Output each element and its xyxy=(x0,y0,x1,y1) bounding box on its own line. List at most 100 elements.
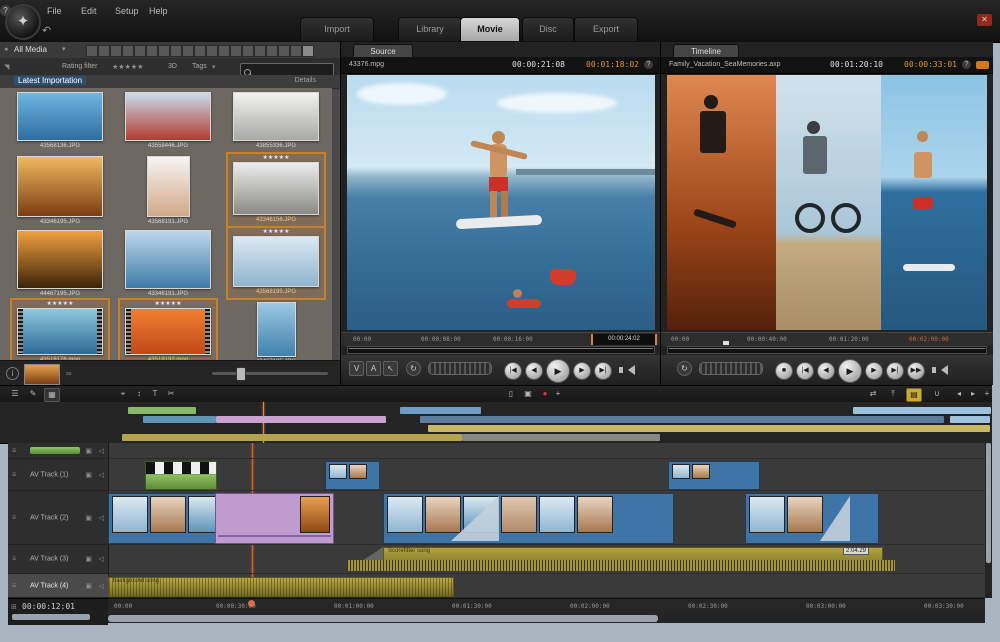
bin-tab[interactable] xyxy=(146,45,158,57)
library-item[interactable]: ★★★★★43568195.JPG xyxy=(228,228,324,298)
bin-tab[interactable] xyxy=(218,45,230,57)
menu-edit[interactable]: Edit xyxy=(76,4,102,18)
bin-tab[interactable] xyxy=(230,45,242,57)
transport-video-only-tool[interactable]: V xyxy=(349,361,364,376)
bin-tab[interactable] xyxy=(302,45,314,57)
timeline-video-frame[interactable] xyxy=(667,75,987,330)
window-close-button[interactable]: ✕ xyxy=(977,14,992,26)
transport-prev-marker-button[interactable]: |◀ xyxy=(796,362,814,380)
loop-playback-button[interactable]: ↻ xyxy=(406,361,421,376)
navigator-toggle-icon[interactable]: ▤ xyxy=(906,388,922,402)
transport-audio-only-tool[interactable]: A xyxy=(366,361,381,376)
track-video-toggle-icon[interactable]: ▣ xyxy=(85,582,92,590)
track-header-3[interactable]: ≡AV Track (2)▣◁ xyxy=(8,491,108,545)
bin-tab[interactable] xyxy=(278,45,290,57)
bin-tab[interactable] xyxy=(206,45,218,57)
library-item[interactable]: 44467195.JPG xyxy=(12,228,108,298)
source-scrub-bar[interactable] xyxy=(347,346,655,354)
tags-label[interactable]: Tags xyxy=(192,63,207,70)
zoom-slider-handle[interactable] xyxy=(236,367,246,381)
nav-back-icon[interactable]: ◂ xyxy=(4,45,8,53)
transport-frame-back-button[interactable]: ◀ xyxy=(525,362,543,380)
zoom-in-icon[interactable]: ▸ xyxy=(966,388,980,400)
search-input[interactable] xyxy=(255,65,329,74)
transition-clip[interactable] xyxy=(215,493,334,544)
navigator-clip-segment[interactable] xyxy=(143,416,216,423)
bin-tab[interactable] xyxy=(158,45,170,57)
track-video-toggle-icon[interactable]: ▣ xyxy=(85,471,92,479)
transport-frame-back-button[interactable]: ◀ xyxy=(817,362,835,380)
ambient-audio-clip[interactable]: background song xyxy=(108,577,454,597)
playhead-marker[interactable] xyxy=(248,600,255,607)
track-audio-toggle-icon[interactable]: ◁ xyxy=(99,447,104,455)
razor-icon[interactable]: ✂ xyxy=(164,388,178,400)
transport-pointer-tool[interactable]: ↖ xyxy=(383,361,398,376)
send-to-timeline-icon[interactable]: ⤒ xyxy=(886,388,900,400)
vertical-scroll-thumb[interactable] xyxy=(986,443,991,563)
source-selection-region[interactable]: 00:00:24:02 xyxy=(591,334,657,345)
track-audio-toggle-icon[interactable]: ◁ xyxy=(99,555,104,563)
3d-glasses-icon[interactable]: ∞ xyxy=(66,369,72,378)
mini-scroll-stub[interactable] xyxy=(12,614,90,620)
group-title[interactable]: Latest Importation xyxy=(14,76,86,85)
video-clip[interactable] xyxy=(108,493,217,544)
video-clip[interactable] xyxy=(745,493,879,544)
tab-library[interactable]: Library xyxy=(398,17,462,41)
tab-disc[interactable]: Disc xyxy=(522,17,574,41)
menu-setup[interactable]: Setup xyxy=(110,4,144,18)
bin-tab[interactable] xyxy=(170,45,182,57)
bin-tab[interactable] xyxy=(266,45,278,57)
library-item[interactable]: ★★★★★43518176.mpg xyxy=(12,300,108,366)
track-audio-toggle-icon[interactable]: ◁ xyxy=(99,582,104,590)
marker-icon[interactable]: ⌖ xyxy=(116,388,130,400)
library-item[interactable]: ★★★★★43518192.mpg xyxy=(120,300,216,366)
library-item[interactable]: 43346191.JPG xyxy=(120,228,216,298)
track-header-1[interactable]: ≡▣◁ xyxy=(8,443,108,459)
bin-tab[interactable] xyxy=(110,45,122,57)
timeline-mini-ruler[interactable]: 00:0000:00:40:0000:01:20:0000:02:00:00 xyxy=(661,332,993,346)
source-video-frame[interactable] xyxy=(347,75,655,330)
help-icon[interactable]: ? xyxy=(0,5,11,16)
track-header-4[interactable]: ≡AV Track (3)▣◁ xyxy=(8,545,108,574)
navigator-clip-segment[interactable] xyxy=(428,425,990,432)
select-arrow-icon[interactable]: ↕ xyxy=(132,388,146,400)
timeline-track-area[interactable]: Scorefitter song2:04.29background song xyxy=(108,443,985,598)
track-header-5[interactable]: ≡AV Track (4)▣◁ xyxy=(8,574,108,598)
transport-stop-button[interactable]: ■ xyxy=(775,362,793,380)
transport-play-button[interactable]: ▶ xyxy=(546,359,570,383)
jog-shuttle[interactable] xyxy=(428,362,492,375)
edit-pencil-icon[interactable]: ✎ xyxy=(26,388,40,400)
volume-speaker-icon[interactable] xyxy=(936,365,948,375)
video-clip[interactable] xyxy=(668,461,760,490)
navigator-clip-segment[interactable] xyxy=(216,416,386,423)
tab-export[interactable]: Export xyxy=(574,17,638,41)
snapshot-icon[interactable]: ▣ xyxy=(521,388,535,400)
track-video-toggle-icon[interactable]: ▣ xyxy=(85,447,92,455)
help-circle-icon[interactable]: ? xyxy=(962,60,971,69)
title-tool-icon[interactable]: T xyxy=(148,388,162,400)
undo-icon[interactable]: ↶ xyxy=(42,24,51,37)
track-video-toggle-icon[interactable]: ▣ xyxy=(85,514,92,522)
transport-frame-forward-button[interactable]: ▶ xyxy=(865,362,883,380)
track-drag-icon[interactable]: ≡ xyxy=(12,514,16,521)
horizontal-scrollbar[interactable] xyxy=(108,614,985,623)
navigator-clip-segment[interactable] xyxy=(128,407,196,414)
track-drag-icon[interactable]: ≡ xyxy=(12,582,16,589)
voiceover-mic-icon[interactable]: ● xyxy=(538,388,552,400)
bin-tab[interactable] xyxy=(194,45,206,57)
library-item[interactable]: 43467195.JPG xyxy=(228,300,324,366)
bin-tab[interactable] xyxy=(242,45,254,57)
group-view-label[interactable]: Details xyxy=(295,77,316,84)
bin-tab[interactable] xyxy=(254,45,266,57)
video-clip[interactable] xyxy=(325,461,380,490)
bin-tab[interactable] xyxy=(122,45,134,57)
library-item[interactable]: ★★★★★43346156.JPG xyxy=(228,154,324,226)
tab-timeline[interactable]: Timeline xyxy=(673,44,739,58)
vertical-scrollbar[interactable] xyxy=(985,443,992,598)
3d-filter-label[interactable]: 3D xyxy=(168,63,177,70)
library-item[interactable]: 43568136.JPG xyxy=(12,90,108,150)
navigator-clip-segment[interactable] xyxy=(400,407,481,414)
bin-tab[interactable] xyxy=(86,45,98,57)
jog-shuttle[interactable] xyxy=(699,362,763,375)
transport-frame-forward-button[interactable]: ▶ xyxy=(573,362,591,380)
